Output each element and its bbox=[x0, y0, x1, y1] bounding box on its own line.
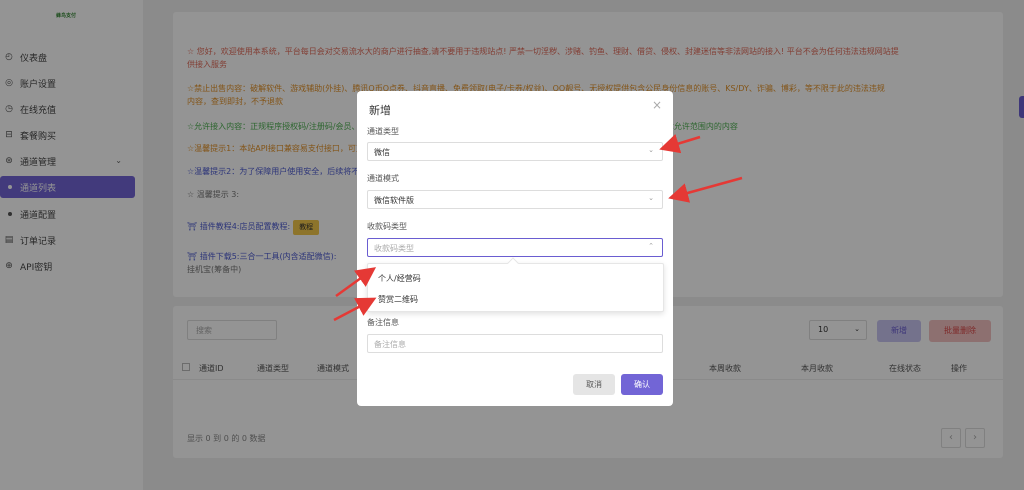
arrow-to-channel-type bbox=[659, 134, 701, 154]
arrow-to-channel-mode bbox=[668, 176, 743, 203]
arrow-to-personal-option bbox=[335, 267, 377, 298]
annotation-arrows bbox=[333, 134, 743, 322]
arrow-to-reward-option bbox=[333, 297, 377, 322]
